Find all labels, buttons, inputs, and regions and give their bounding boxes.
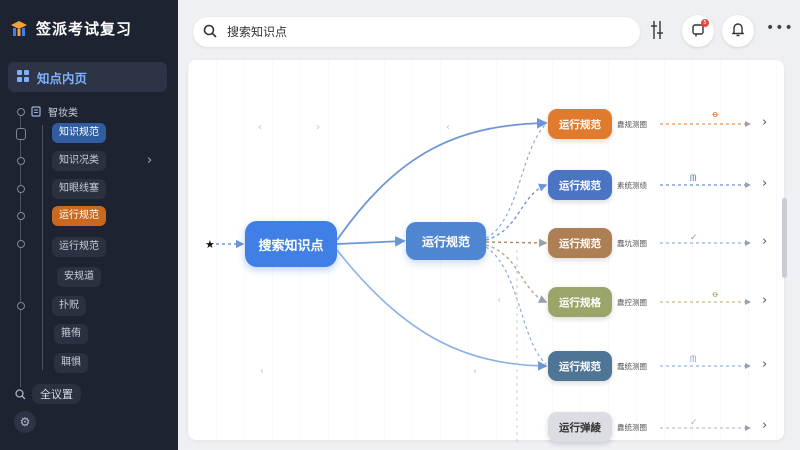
mid-to-leaf-edge xyxy=(485,246,547,365)
leaf-note: 纛规测圈 xyxy=(617,120,647,129)
leaf-decor-icon: ✓ xyxy=(690,233,698,243)
leaf-note: 素统测绩 xyxy=(617,181,647,190)
mindmap-root-node[interactable]: 搜索知识点 xyxy=(245,221,337,267)
canvas-nav-left-icon[interactable]: ‹ xyxy=(497,295,501,306)
leaf-note: 蠢坑测圈 xyxy=(617,239,647,248)
canvas-nav-left-icon[interactable]: ‹ xyxy=(473,366,477,377)
canvas-scrollbar[interactable] xyxy=(782,198,787,278)
canvas-nav-left-icon[interactable]: ‹ xyxy=(258,122,262,133)
mindmap-leaf-node[interactable]: 运行规范 xyxy=(548,351,612,381)
mindmap-leaf-node[interactable]: 运行弹綾 xyxy=(548,412,612,442)
mindmap-connectors xyxy=(216,117,751,445)
mindmap-leaf-node[interactable]: 运行规范 xyxy=(548,228,612,258)
expand-row-chevron-icon[interactable]: › xyxy=(762,115,767,130)
leaf-decor-icon: ᗰ xyxy=(690,355,697,365)
leaf-note: 纛统测圈 xyxy=(617,423,647,432)
mindmap-leaf-node[interactable]: 运行规范 xyxy=(548,170,612,200)
expand-row-chevron-icon[interactable]: › xyxy=(762,418,767,433)
leaf-note: 纛控测圈 xyxy=(617,298,647,307)
leaf-note: 蠢统测圈 xyxy=(617,362,647,371)
mid-to-leaf-edge xyxy=(485,238,548,248)
canvas-nav-left-icon[interactable]: ‹ xyxy=(260,366,264,377)
expand-row-chevron-icon[interactable]: › xyxy=(762,293,767,308)
mindmap-leaf-node[interactable]: 运行规格 xyxy=(548,287,612,317)
expand-row-chevron-icon[interactable]: › xyxy=(762,234,767,249)
canvas-nav-right-icon[interactable]: › xyxy=(316,122,320,133)
expand-row-chevron-icon[interactable]: › xyxy=(762,176,767,191)
mindmap-mid-node[interactable]: 运行规范 xyxy=(406,222,486,260)
leaf-decor-icon: ᗰ xyxy=(690,174,697,184)
leaf-decor-icon: ꝋ xyxy=(712,110,719,120)
star-icon: ★ xyxy=(205,238,215,251)
mid-to-leaf-edge xyxy=(485,244,548,303)
root-to-mid-edge xyxy=(336,236,406,247)
mid-to-leaf-edge xyxy=(485,123,547,239)
leaf-decor-icon: ✓ xyxy=(690,418,698,428)
mindmap-leaf-node[interactable]: 运行规范 xyxy=(548,109,612,139)
canvas-nav-left-icon[interactable]: ‹ xyxy=(446,122,450,133)
expand-row-chevron-icon[interactable]: › xyxy=(762,357,767,372)
leaf-decor-icon: ꝋ xyxy=(712,290,719,300)
